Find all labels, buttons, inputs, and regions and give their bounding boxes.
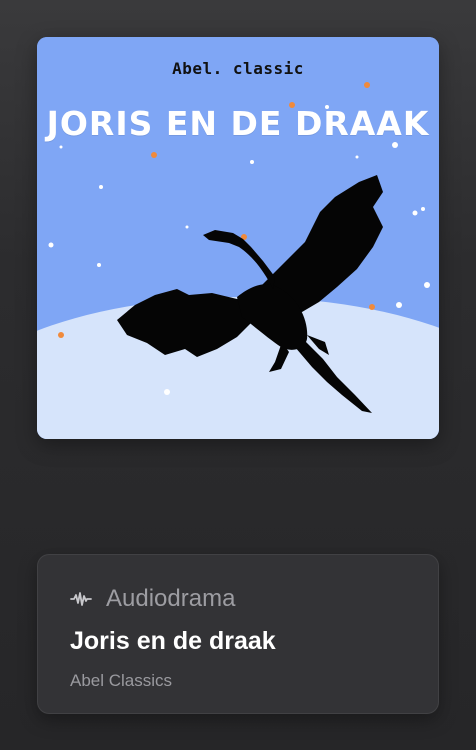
media-type-row: Audiodrama xyxy=(70,585,235,613)
brand-logo: Abel. classic xyxy=(172,59,304,78)
item-author[interactable]: Abel Classics xyxy=(70,671,172,691)
audio-waveform-icon xyxy=(70,592,92,606)
item-title: Joris en de draak xyxy=(70,627,276,655)
info-card: Audiodrama Joris en de draak Abel Classi… xyxy=(37,554,439,714)
media-type-label: Audiodrama xyxy=(106,585,236,612)
cover-illustration xyxy=(37,37,439,439)
cover-title: JORIS EN DE DRAAK xyxy=(46,104,430,143)
cover-art: Abel. classic JORIS EN DE DRAAK xyxy=(37,37,439,439)
